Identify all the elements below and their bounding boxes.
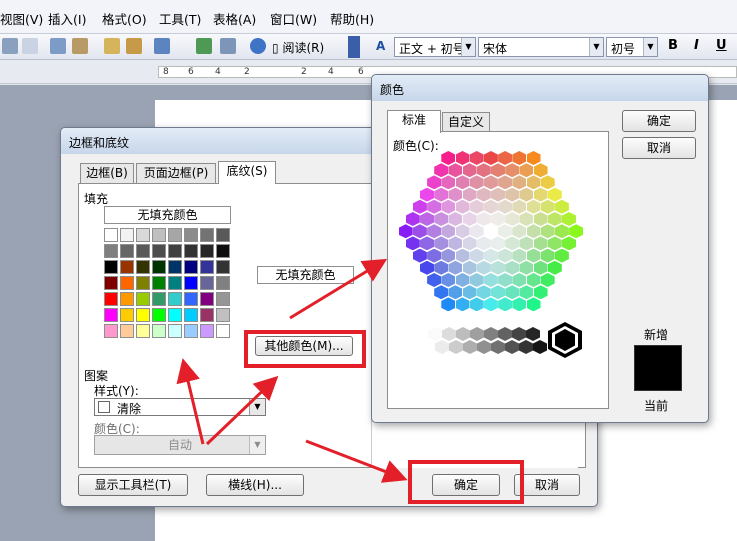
annotation-arrows (176, 258, 408, 483)
arrow-to-ok (305, 439, 408, 483)
tab-standard[interactable]: 标准 (387, 110, 441, 133)
arrow-to-palette (176, 358, 205, 445)
arrow-to-color-wheel (289, 258, 388, 320)
tab-shading[interactable]: 底纹(S) (218, 161, 276, 184)
arrow-to-more-colors (205, 375, 279, 446)
